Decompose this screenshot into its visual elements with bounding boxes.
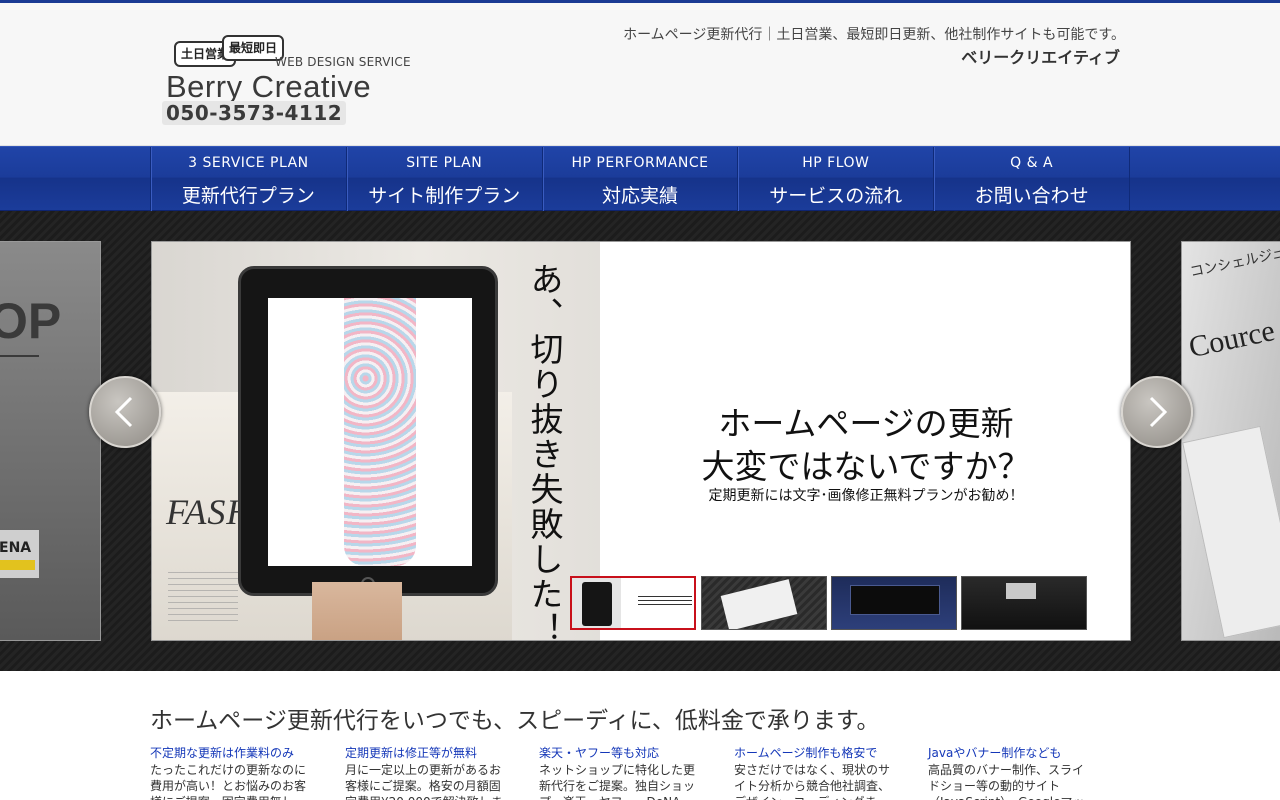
nav-item-jp-label: サイト制作プラン: [368, 185, 521, 207]
chevron-right-icon: [1149, 396, 1168, 428]
feature-column-heading[interactable]: 定期更新は修正等が無料: [345, 746, 505, 760]
slide-peek-right-title: Cource P: [1186, 309, 1280, 365]
logo-subtitle: WEB DESIGN SERVICE: [275, 55, 411, 69]
divider: [0, 355, 39, 357]
feature-column: ホームページ制作も格安で 安さだけではなく、現状のサイト分析から競合他社調査、デ…: [734, 746, 894, 800]
slide-peek-left[interactable]: OP ENA: [0, 241, 101, 641]
tablet-image: [238, 266, 498, 596]
tablet-screen: [268, 298, 472, 566]
global-nav: 3 SERVICE PLAN 更新代行プラン SITE PLAN サイト制作プラ…: [0, 146, 1280, 211]
thumbnail-card-image: [850, 585, 940, 615]
thumbnail-card-image: [1006, 583, 1036, 599]
nav-item-jp-label: お問い合わせ: [974, 185, 1089, 207]
document-image: [1182, 425, 1280, 639]
header-tagline: ホームページ更新代行｜土日営業、最短即日更新、他社制作サイトも可能です。: [623, 27, 1125, 43]
feature-column-heading[interactable]: 不定期な更新は作業料のみ: [150, 746, 310, 760]
feature-column-body: ネットショップに特化した更新代行をご提案。独自ショップ、楽天、ヤフー、DeNA: [539, 763, 696, 800]
slide-headline: ホームページの更新 大変ではないですか？: [600, 402, 1130, 488]
nav-item-en-label: SITE PLAN: [406, 155, 483, 171]
feature-columns: 不定期な更新は作業料のみ たったこれだけの更新なのに費用が高い！とお悩みのお客様…: [150, 746, 1130, 800]
nav-item-en-label: 3 SERVICE PLAN: [188, 155, 309, 171]
logo-phone-number: 050-3573-4112: [162, 101, 347, 125]
nav-item-jp-label: 更新代行プラン: [181, 185, 315, 207]
feature-column-body: 安さだけではなく、現状のサイト分析から競合他社調査、デザイン、コーディングま: [734, 763, 891, 800]
thumbnail-card-image: [720, 579, 798, 629]
slide-thumbnail-2[interactable]: [701, 576, 827, 630]
thumbnail-text: [638, 596, 692, 608]
nav-item-jp-label: 対応実績: [601, 185, 678, 207]
nav-item-performance[interactable]: HP PERFORMANCE 対応実績: [543, 147, 739, 211]
nav-item-jp-label: サービスの流れ: [769, 185, 903, 207]
slide-thumbnail-1[interactable]: [570, 576, 696, 630]
slide-headline-line-1: ホームページの更新: [718, 404, 1014, 443]
floral-pants-image: [344, 298, 416, 566]
active-slide[interactable]: FASHION MAG あ、切り抜き失敗した！ ホームページの更新 大変ではない…: [151, 241, 1131, 641]
feature-column-body: 高品質のバナー制作、スライドショー等の動的サイト（JavaScript）、Goo…: [928, 763, 1085, 800]
nav-item-service-plan[interactable]: 3 SERVICE PLAN 更新代行プラン: [151, 147, 347, 211]
slide-thumbnails: [570, 576, 1090, 630]
site-header: 土日営業 最短即日 WEB DESIGN SERVICE Berry Creat…: [0, 3, 1280, 146]
feature-column: Javaやバナー制作なども 高品質のバナー制作、スライドショー等の動的サイト（J…: [928, 746, 1088, 800]
feature-column: 定期更新は修正等が無料 月に一定以上の更新があるお客様にご提案。格安の月額固定費…: [345, 746, 505, 800]
feature-column-body: 月に一定以上の更新があるお客様にご提案。格安の月額固定費用¥20,000で解決致…: [345, 763, 503, 800]
shop-badge: ENA: [0, 530, 39, 578]
feature-column: 不定期な更新は作業料のみ たったこれだけの更新なのに費用が高い！とお悩みのお客様…: [150, 746, 310, 800]
nav-item-site-plan[interactable]: SITE PLAN サイト制作プラン: [347, 147, 543, 211]
thumbnail-tablet-image: [582, 582, 612, 626]
slide-thumbnail-4[interactable]: [961, 576, 1087, 630]
slide-peek-right-caption: コンシェルジュ・SHINとは: [1188, 241, 1280, 281]
slider-prev-button[interactable]: [89, 376, 161, 448]
feature-column-heading[interactable]: 楽天・ヤフー等も対応: [539, 746, 699, 760]
nav-item-en-label: Q & A: [1010, 155, 1054, 171]
shop-badge-text: ENA: [0, 540, 32, 556]
nav-item-contact[interactable]: Q & A お問い合わせ: [934, 147, 1130, 211]
company-name: ベリークリエイティブ: [961, 48, 1120, 67]
chevron-left-icon: [114, 396, 133, 428]
legs-image: [312, 582, 402, 640]
logo-name: Berry Creative: [166, 69, 372, 104]
nav-item-en-label: HP FLOW: [802, 155, 870, 171]
nav-item-flow[interactable]: HP FLOW サービスの流れ: [738, 147, 935, 211]
slide-vertical-caption: あ、切り抜き失敗した！: [525, 262, 564, 641]
slide-peek-left-text: OP: [0, 293, 62, 349]
feature-column-body: たったこれだけの更新なのに費用が高い！とお悩みのお客様にご提案。固定費用無し: [150, 763, 307, 800]
section-title: ホームページ更新代行をいつでも、スピーディに、低料金で承ります。: [150, 708, 880, 734]
shop-badge-stripe: [0, 560, 35, 570]
feature-column-heading[interactable]: ホームページ制作も格安で: [734, 746, 894, 760]
slide-subheadline: 定期更新には文字･画像修正無料プランがお勧め！: [708, 488, 1024, 504]
magazine-body-text: [168, 572, 238, 622]
slider-next-button[interactable]: [1121, 376, 1193, 448]
slide-thumbnail-3[interactable]: [831, 576, 957, 630]
nav-item-en-label: HP PERFORMANCE: [571, 155, 709, 171]
slide-peek-right[interactable]: コンシェルジュ・SHINとは Cource P: [1181, 241, 1280, 641]
feature-column: 楽天・ヤフー等も対応 ネットショップに特化した更新代行をご提案。独自ショップ、楽…: [539, 746, 699, 800]
feature-column-heading[interactable]: Javaやバナー制作なども: [928, 746, 1088, 760]
hero-slider: OP ENA コンシェルジュ・SHINとは Cource P FASHION M…: [0, 211, 1280, 671]
slide-headline-line-2: 大変ではないですか？: [701, 447, 1031, 486]
site-logo[interactable]: 土日営業 最短即日 WEB DESIGN SERVICE Berry Creat…: [160, 31, 411, 131]
